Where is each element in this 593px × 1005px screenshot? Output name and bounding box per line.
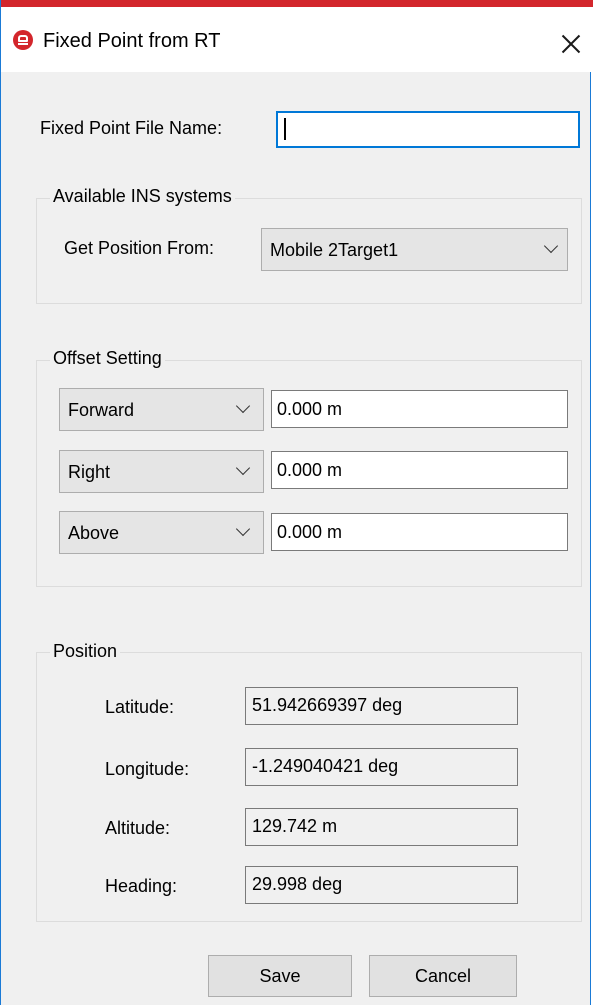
dialog-window: Fixed Point from RT Fixed Point File Nam…	[0, 0, 593, 1005]
heading-value: 29.998 deg	[245, 866, 518, 904]
ins-system-select[interactable]: Mobile 2Target1	[261, 228, 568, 271]
offset-direction-select-right[interactable]: Right	[59, 450, 264, 493]
offset-direction-select-forward[interactable]: Forward	[59, 388, 264, 431]
offset-value-above[interactable]	[271, 513, 568, 551]
ins-system-selected: Mobile 2Target1	[270, 240, 399, 260]
title-bar[interactable]: Fixed Point from RT	[1, 7, 592, 72]
offset-direction-right: Right	[68, 462, 111, 482]
chevron-down-icon	[235, 460, 251, 476]
chevron-down-icon	[543, 238, 559, 254]
file-name-label: Fixed Point File Name:	[40, 118, 223, 138]
offset-value-forward[interactable]	[271, 390, 568, 428]
altitude-label: Altitude:	[105, 818, 171, 838]
latitude-label: Latitude:	[105, 697, 175, 717]
offset-group-title: Offset Setting	[50, 348, 165, 369]
latitude-value: 51.942669397 deg	[245, 687, 518, 725]
file-name-input[interactable]	[276, 111, 580, 148]
save-button[interactable]: Save	[208, 955, 352, 997]
close-icon[interactable]	[547, 22, 591, 66]
chevron-down-icon	[235, 521, 251, 537]
ins-group-title: Available INS systems	[50, 186, 235, 207]
offset-direction-forward: Forward	[68, 400, 135, 420]
offset-value-right[interactable]	[271, 451, 568, 489]
accent-bar	[1, 0, 593, 7]
altitude-value: 129.742 m	[245, 808, 518, 846]
offset-direction-above: Above	[68, 523, 120, 543]
longitude-value: -1.249040421 deg	[245, 748, 518, 786]
longitude-label: Longitude:	[105, 759, 190, 779]
chevron-down-icon	[235, 398, 251, 414]
app-car-icon	[13, 30, 33, 50]
get-position-label: Get Position From:	[64, 238, 215, 258]
window-title: Fixed Point from RT	[43, 30, 221, 52]
cancel-button[interactable]: Cancel	[369, 955, 517, 997]
offset-direction-select-above[interactable]: Above	[59, 511, 264, 554]
position-group-title: Position	[50, 641, 121, 662]
heading-label: Heading:	[105, 876, 178, 896]
text-caret	[284, 118, 286, 140]
